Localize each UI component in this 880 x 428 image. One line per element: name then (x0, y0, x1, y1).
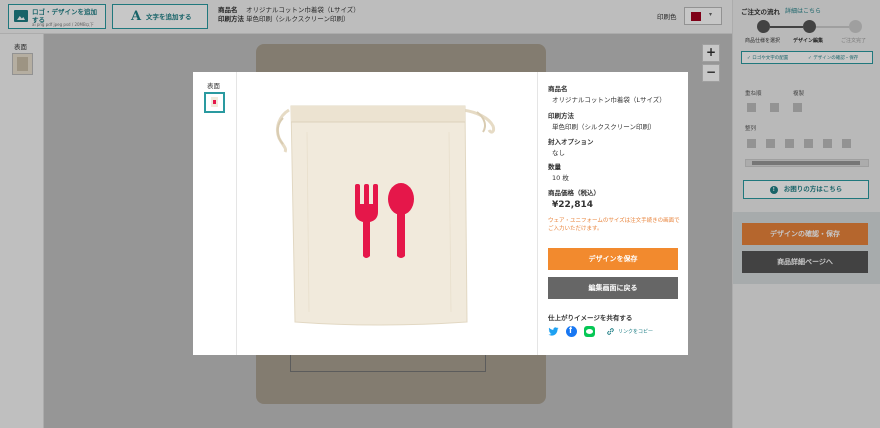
field-value-print-method: 単色印刷（シルクスクリーン印刷） (552, 123, 656, 131)
field-label-option: 封入オプション (548, 138, 594, 146)
facebook-icon[interactable] (566, 325, 577, 337)
field-value-quantity: 10 枚 (552, 174, 569, 182)
drawstring-bag-image (275, 105, 495, 326)
size-note: ウェア・ユニフォームのサイズは注文手続きの画面でご入力いただけます。 (548, 218, 680, 232)
price-value: ¥22,814 (552, 200, 593, 210)
share-buttons: リンクをコピー (548, 325, 683, 338)
copy-link[interactable]: リンクをコピー (618, 328, 653, 335)
field-value-option: なし (552, 149, 565, 157)
field-value-product: オリジナルコットン巾着袋（Lサイズ） (552, 96, 666, 104)
modal-side-panel: 表面 (193, 72, 237, 355)
preview-modal: 表面 商品名 オリジナルコットン巾着袋（Lサイズ） 印刷方法 単色印刷（シルクス… (193, 72, 688, 355)
field-label-product: 商品名 (548, 85, 568, 93)
field-label-quantity: 数量 (548, 163, 561, 171)
back-to-editor-button[interactable]: 編集画面に戻る (548, 277, 678, 299)
bag-thumbnail-icon (211, 97, 218, 107)
finished-preview (237, 72, 537, 355)
link-icon[interactable] (606, 327, 615, 336)
twitter-icon[interactable] (548, 326, 559, 337)
order-summary: 商品名 オリジナルコットン巾着袋（Lサイズ） 印刷方法 単色印刷（シルクスクリー… (537, 72, 688, 355)
save-design-button[interactable]: デザインを保存 (548, 248, 678, 270)
modal-side-label: 表面 (207, 82, 220, 90)
price-label: 商品価格（税込） (548, 189, 600, 197)
share-label: 仕上がりイメージを共有する (548, 314, 633, 322)
field-label-print-method: 印刷方法 (548, 112, 574, 120)
modal-front-thumbnail[interactable] (204, 92, 225, 113)
line-icon[interactable] (584, 326, 595, 337)
